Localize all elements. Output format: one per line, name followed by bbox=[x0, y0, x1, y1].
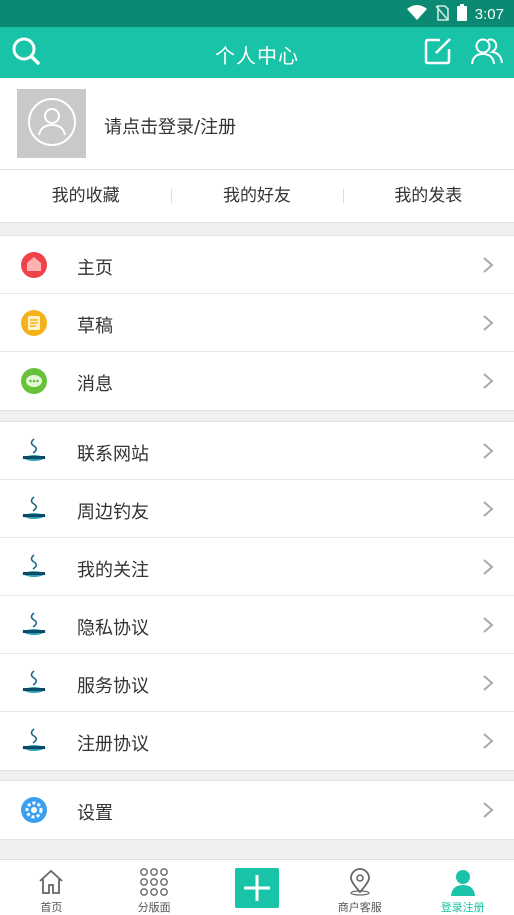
fish-logo-icon bbox=[20, 495, 48, 523]
tab-merchant-service[interactable]: 商户客服 bbox=[308, 860, 411, 915]
battery-icon bbox=[456, 4, 467, 25]
chevron-right-icon bbox=[482, 500, 494, 518]
chevron-right-icon bbox=[482, 256, 494, 274]
menu-item-my-follows[interactable]: 我的关注 bbox=[0, 538, 514, 596]
location-pin-icon bbox=[345, 867, 375, 897]
fish-logo-icon bbox=[20, 727, 48, 755]
menu-item-label: 周边钓友 bbox=[77, 502, 149, 523]
tab-sections[interactable]: 分版面 bbox=[103, 860, 206, 915]
menu-item-label: 注册协议 bbox=[77, 734, 149, 755]
menu-group-info: 联系网站 周边钓友 我的关注 隐私协议 服务协议 注册协议 bbox=[0, 421, 514, 771]
menu-item-label: 消息 bbox=[77, 374, 113, 395]
login-register-link[interactable]: 请点击登录/注册 bbox=[104, 113, 236, 139]
chevron-right-icon bbox=[482, 558, 494, 576]
chevron-right-icon bbox=[482, 442, 494, 460]
menu-item-label: 服务协议 bbox=[77, 676, 149, 697]
tab-home[interactable]: 首页 bbox=[0, 860, 103, 915]
tab-label: 商户客服 bbox=[337, 901, 382, 914]
edit-icon bbox=[423, 36, 453, 70]
tab-login-register[interactable]: 登录注册 bbox=[411, 860, 514, 915]
my-posts-link[interactable]: 我的发表 bbox=[342, 170, 514, 222]
compose-button[interactable] bbox=[421, 36, 455, 70]
menu-item-messages[interactable]: 消息 bbox=[0, 352, 514, 410]
menu-item-label: 隐私协议 bbox=[77, 618, 149, 639]
grid-dots-icon bbox=[139, 867, 169, 897]
status-bar: 3:07 bbox=[0, 0, 514, 27]
users-icon bbox=[470, 36, 504, 70]
menu-item-service-agreement[interactable]: 服务协议 bbox=[0, 654, 514, 712]
draft-icon bbox=[20, 309, 48, 337]
bottom-tab-bar: 首页 分版面 商户客服 登录注册 bbox=[0, 859, 514, 915]
chevron-right-icon bbox=[482, 801, 494, 819]
menu-item-nearby-anglers[interactable]: 周边钓友 bbox=[0, 480, 514, 538]
tab-post[interactable] bbox=[206, 860, 309, 915]
settings-icon bbox=[20, 796, 48, 824]
status-time: 3:07 bbox=[474, 6, 504, 23]
chevron-right-icon bbox=[482, 616, 494, 634]
quick-links: 我的收藏 我的好友 我的发表 bbox=[0, 170, 514, 223]
tab-label: 分版面 bbox=[137, 901, 171, 914]
fish-logo-icon bbox=[20, 437, 48, 465]
chevron-right-icon bbox=[482, 314, 494, 332]
menu-item-label: 设置 bbox=[77, 803, 113, 824]
menu-group-main: 主页 草稿 消息 bbox=[0, 235, 514, 411]
menu-item-label: 主页 bbox=[77, 258, 113, 279]
my-friends-link[interactable]: 我的好友 bbox=[171, 170, 342, 222]
message-icon bbox=[20, 367, 48, 395]
menu-item-registration-agreement[interactable]: 注册协议 bbox=[0, 712, 514, 770]
tab-label: 登录注册 bbox=[440, 901, 485, 914]
menu-item-label: 草稿 bbox=[77, 316, 113, 337]
home-icon bbox=[20, 251, 48, 279]
fish-logo-icon bbox=[20, 611, 48, 639]
no-sim-icon bbox=[435, 4, 449, 25]
plus-icon bbox=[234, 868, 279, 908]
menu-item-drafts[interactable]: 草稿 bbox=[0, 294, 514, 352]
menu-item-label: 联系网站 bbox=[77, 444, 149, 465]
menu-item-privacy-policy[interactable]: 隐私协议 bbox=[0, 596, 514, 654]
menu-item-label: 我的关注 bbox=[77, 560, 149, 581]
home-outline-icon bbox=[36, 867, 66, 897]
tab-label: 首页 bbox=[40, 901, 63, 914]
wifi-icon bbox=[406, 4, 427, 25]
menu-item-contact-site[interactable]: 联系网站 bbox=[0, 422, 514, 480]
avatar bbox=[17, 89, 86, 158]
menu-item-home[interactable]: 主页 bbox=[0, 236, 514, 294]
menu-group-settings: 设置 bbox=[0, 780, 514, 840]
fish-logo-icon bbox=[20, 669, 48, 697]
user-icon bbox=[448, 867, 478, 897]
my-favorites-link[interactable]: 我的收藏 bbox=[0, 170, 171, 222]
app-bar: 个人中心 bbox=[0, 27, 514, 78]
fish-logo-icon bbox=[20, 553, 48, 581]
friends-button[interactable] bbox=[470, 36, 504, 70]
menu-item-settings[interactable]: 设置 bbox=[0, 781, 514, 839]
login-banner[interactable]: 请点击登录/注册 bbox=[0, 78, 514, 170]
chevron-right-icon bbox=[482, 732, 494, 750]
avatar-placeholder-icon bbox=[27, 97, 77, 151]
chevron-right-icon bbox=[482, 372, 494, 390]
chevron-right-icon bbox=[482, 674, 494, 692]
